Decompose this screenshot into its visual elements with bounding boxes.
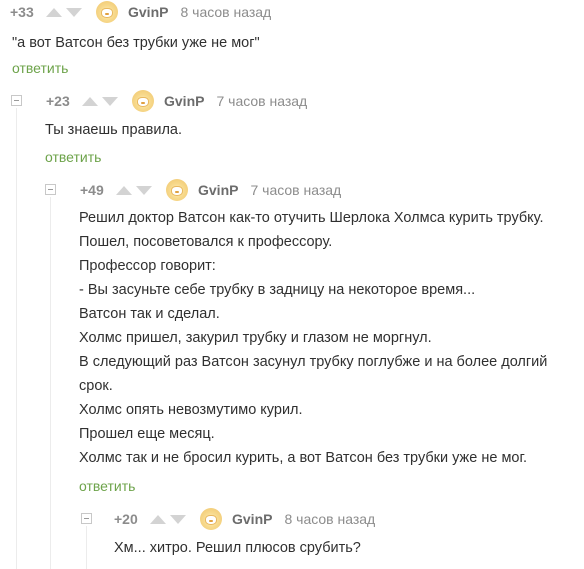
comment-line: "а вот Ватсон без трубки уже не мог" (12, 35, 260, 51)
comment-line: - Вы засуньте себе трубку в задницу на н… (79, 282, 476, 298)
comment-line: срок. (79, 378, 113, 394)
avatar[interactable] (132, 90, 154, 112)
comment-line: Ватсон так и сделал. (79, 306, 220, 322)
downvote-arrow-icon[interactable] (102, 96, 118, 106)
comment-header: +49 GvinP 7 часов назад (80, 178, 341, 202)
rating: +23 (46, 93, 70, 109)
rating: +33 (10, 4, 34, 20)
rating: +49 (80, 182, 104, 198)
reply-link[interactable]: ответить (79, 478, 135, 494)
upvote-arrow-icon[interactable] (116, 185, 132, 195)
comment-time[interactable]: 8 часов назад (284, 511, 375, 527)
comment-time[interactable]: 8 часов назад (180, 4, 271, 20)
username[interactable]: GvinP (128, 4, 168, 20)
upvote-arrow-icon[interactable] (82, 96, 98, 106)
comment-line: Профессор говорит: (79, 258, 216, 274)
comment-time[interactable]: 7 часов назад (250, 182, 341, 198)
comment-line: Ты знаешь правила. (45, 122, 183, 138)
thread-line (16, 108, 17, 569)
comment-text: Хм... хитро. Решил плюсов срубить? (114, 536, 361, 560)
upvote-arrow-icon[interactable] (150, 514, 166, 524)
collapse-thread-icon[interactable] (45, 184, 56, 195)
avatar[interactable] (200, 508, 222, 530)
comment-line: Холмс так и не бросил курить, а вот Ватс… (79, 450, 528, 466)
thread-line (86, 526, 87, 569)
downvote-arrow-icon[interactable] (170, 514, 186, 524)
avatar[interactable] (166, 179, 188, 201)
comment-header: +20 GvinP 8 часов назад (114, 507, 375, 531)
username[interactable]: GvinP (198, 182, 238, 198)
rating: +20 (114, 511, 138, 527)
upvote-arrow-icon[interactable] (46, 7, 62, 17)
comment-text: Ты знаешь правила. (45, 118, 182, 142)
comment-line: Холмс пришел, закурил трубку и глазом не… (79, 330, 432, 346)
collapse-thread-icon[interactable] (81, 513, 92, 524)
reply-link[interactable]: ответить (12, 60, 68, 76)
comment-line: В следующий раз Ватсон засунул трубку по… (79, 354, 548, 370)
comment-time[interactable]: 7 часов назад (216, 93, 307, 109)
collapse-thread-icon[interactable] (11, 95, 22, 106)
comment-text: "а вот Ватсон без трубки уже не мог" (12, 31, 260, 55)
username[interactable]: GvinP (232, 511, 272, 527)
comment-line: Решил доктор Ватсон как-то отучить Шерло… (79, 210, 544, 226)
downvote-arrow-icon[interactable] (136, 185, 152, 195)
comment-line: Пошел, посоветовался к профессору. (79, 234, 333, 250)
comment-header: +23 GvinP 7 часов назад (46, 89, 307, 113)
comment-line: Прошел еще месяц. (79, 426, 215, 442)
comment-text: Решил доктор Ватсон как-то отучить Шерло… (79, 206, 547, 470)
thread-line (50, 197, 51, 569)
comment-line: Хм... хитро. Решил плюсов срубить? (114, 540, 361, 556)
downvote-arrow-icon[interactable] (66, 7, 82, 17)
username[interactable]: GvinP (164, 93, 204, 109)
comment-line: Холмс опять невозмутимо курил. (79, 402, 303, 418)
reply-link[interactable]: ответить (45, 149, 101, 165)
comment-header: +33 GvinP 8 часов назад (10, 0, 271, 24)
avatar[interactable] (96, 1, 118, 23)
